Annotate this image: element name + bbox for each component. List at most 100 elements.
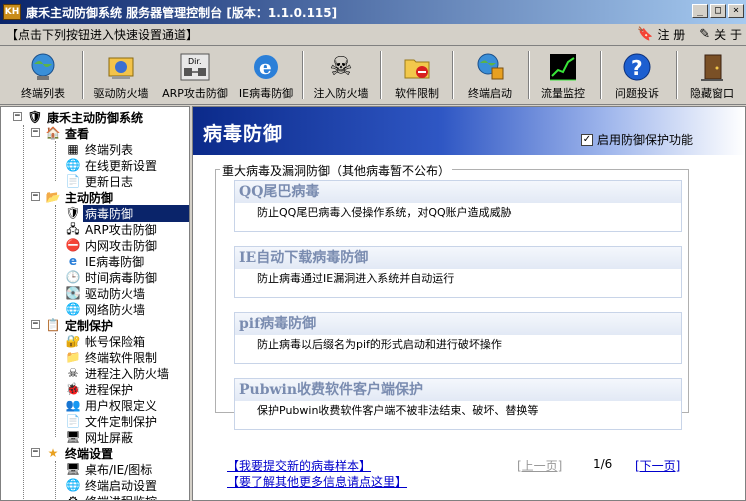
toolbar-label: IE病毒防御 [238,87,294,100]
content-header: 病毒防御 ✓ 启用防御保护功能 [193,107,745,155]
tree-item-network-firewall[interactable]: 🌐 网络防火墙 [65,301,147,317]
enable-protection-toggle[interactable]: ✓ 启用防御保护功能 [580,131,693,148]
tree-item-process-protection[interactable]: 🐞 进程保护 [65,381,135,397]
tree-item-intranet-defense[interactable]: ⛔ 内网攻击防御 [65,237,159,253]
document-shield-icon: 📋 [45,318,61,332]
defense-group: 重大病毒及漏洞防御（其他病毒暂不公布） QQ尾巴病毒 防止QQ尾巴病毒入侵操作系… [215,162,689,430]
tree-item-user-permission[interactable]: 👥 用户权限定义 [65,397,159,413]
tree-item-process-injection-firewall[interactable]: ☠ 进程注入防火墙 [65,365,171,381]
tree-group-active-defense[interactable]: − 📂 主动防御 [31,189,115,205]
page-indicator: 1/6 [593,457,613,471]
tree-item-desktop-ie-icons[interactable]: 🖥 桌布/IE/图标 [65,461,154,477]
tree-group-label: 定制保护 [65,318,114,333]
enable-protection-label: 启用防御保护功能 [596,133,693,147]
question-icon: ? [621,52,653,82]
tree-root[interactable]: − 🛡 康禾主动防御系统 [3,109,145,125]
tree-collapse-toggle[interactable]: − [31,128,40,137]
tree-item-driver-firewall[interactable]: 💽 驱动防火墙 [65,285,147,301]
tree-item-url-block[interactable]: 🖥 网址屏蔽 [65,429,135,445]
tree-item-label: 在线更新设置 [85,158,158,173]
shield-logo-icon: 🛡 [27,110,43,124]
tree-item-account-safe[interactable]: 🔐 帐号保险箱 [65,333,147,349]
enable-protection-checkbox[interactable]: ✓ [580,133,593,146]
next-page-link[interactable]: [下一页] [635,457,680,474]
tree-item-arp-defense[interactable]: 🖧 ARP攻击防御 [65,221,159,237]
card-description: 防止病毒通过IE漏洞进入系统并自动运行 [257,272,455,285]
tree-collapse-toggle[interactable]: − [31,192,40,201]
tree-item-virus-defense[interactable]: 🛡 病毒防御 [65,204,189,222]
traffic-chart-icon [547,52,579,82]
toolbar-terminal-startup-button[interactable]: 终端启动 [456,49,524,101]
desktop-icon: 🖥 [65,462,81,476]
svg-text:e: e [259,55,272,79]
tree-item-time-virus-defense[interactable]: 🕒 时间病毒防御 [65,269,159,285]
toolbar-arp-defense-button[interactable]: Dir. ARP攻击防御 [158,49,232,101]
tree-item-ie-defense[interactable]: e IE病毒防御 [65,253,146,269]
arp-dir-icon: Dir. [179,52,211,82]
toolbar-injection-firewall-button[interactable]: ☠ 注入防火墙 [306,49,376,101]
tree-collapse-toggle[interactable]: − [31,448,40,457]
toolbar-ie-defense-button[interactable]: e IE病毒防御 [234,49,298,101]
toolbar-feedback-button[interactable]: ? 问题投诉 [604,49,670,101]
tree-item-file-protection[interactable]: 📄 文件定制保护 [65,413,159,429]
network-icon: 🖧 [66,222,80,236]
svg-text:Dir.: Dir. [188,57,201,66]
maximize-button[interactable]: □ [710,4,726,18]
tree-item-label: IE病毒防御 [85,254,145,269]
ie-icon: e [68,254,78,268]
tree-item-software-restrict[interactable]: 📁 终端软件限制 [65,349,159,365]
more-info-link[interactable]: 【要了解其他更多信息请点这里】 [227,473,407,490]
submit-sample-link[interactable]: 【我要提交新的病毒样本】 [227,457,371,474]
house-icon: 🏠 [45,126,61,140]
minimize-button[interactable]: _ [692,4,708,18]
defense-card-ie-download[interactable]: IE自动下载病毒防御 防止病毒通过IE漏洞进入系统并自动运行 [234,246,682,298]
tree-item-label: 终端启动设置 [85,478,158,493]
tree-root-label: 康禾主动防御系统 [47,110,144,125]
tree-group-label: 终端设置 [65,446,114,461]
tree-item-label: 文件定制保护 [85,414,158,429]
tree-item-process-monitor[interactable]: ⚙ 终端进程监控 [65,493,159,500]
prev-page-link[interactable]: [上一页] [517,457,562,474]
toolbar-label: 软件限制 [395,87,439,100]
tree-item-label: 时间病毒防御 [85,270,158,285]
close-button[interactable]: × [728,4,744,18]
tree-group-label: 查看 [65,126,90,141]
defense-card-qq-tail[interactable]: QQ尾巴病毒 防止QQ尾巴病毒入侵操作系统，对QQ账户造成威胁 [234,180,682,232]
toolbar-label: 流量监控 [541,87,585,100]
tree-item-online-update[interactable]: 🌐 在线更新设置 [65,157,159,173]
register-button[interactable]: 🔖 注 册 [637,26,685,43]
tree-item-update-log[interactable]: 📄 更新日志 [65,173,135,189]
tree-item-label: 终端软件限制 [85,350,158,365]
defense-card-pubwin[interactable]: Pubwin收费软件客户端保护 保护Pubwin收费软件客户端不被非法结束、破坏… [234,378,682,430]
tree-item-label: ARP攻击防御 [85,222,157,237]
toolbar-hide-window-button[interactable]: 隐藏窗口 [680,49,744,101]
register-icon: 🔖 [637,27,654,42]
card-description: 保护Pubwin收费软件客户端不被非法结束、破坏、替换等 [257,404,539,417]
skull-icon: ☠ [67,366,79,380]
clock-icon: 🕒 [65,270,81,284]
defense-card-pif[interactable]: pif病毒防御 防止病毒以后缀名为pif的形式启动和进行破坏操作 [234,312,682,364]
toolbar-traffic-monitor-button[interactable]: 流量监控 [532,49,594,101]
software-restrict-icon [401,52,433,82]
tree-group-terminal-settings[interactable]: − ★ 终端设置 [31,445,115,461]
tree-item-label: 帐号保险箱 [85,334,146,349]
page-title: 病毒防御 [203,123,284,145]
card-description: 防止QQ尾巴病毒入侵操作系统，对QQ账户造成威胁 [257,206,512,219]
toolbar-label: 终端列表 [21,87,65,100]
tree-collapse-toggle[interactable]: − [13,112,22,121]
toolbar-driver-firewall-button[interactable]: 驱动防火墙 [86,49,156,101]
toolbar-label: 注入防火墙 [313,87,369,100]
title-bar[interactable]: KH 康禾主动防御系统 服务器管理控制台 [版本：1.1.0.115] _ □ … [0,0,746,24]
tree-item-terminal-startup[interactable]: 🌐 终端启动设置 [65,477,159,493]
toolbar-software-restrict-button[interactable]: 软件限制 [384,49,450,101]
skull-icon: ☠ [329,52,353,82]
tree-group-label: 主动防御 [65,190,114,205]
tree-collapse-toggle[interactable]: − [31,320,40,329]
register-label: 注 册 [657,28,686,42]
tree-group-custom-protection[interactable]: − 📋 定制保护 [31,317,115,333]
about-button[interactable]: ✎ 关 于 [699,26,742,43]
toolbar-terminal-list-button[interactable]: 终端列表 [8,49,78,101]
tree-item-label: 内网攻击防御 [85,238,158,253]
tree-group-view[interactable]: − 🏠 查看 [31,125,91,141]
tree-item-terminal-list[interactable]: ▦ 终端列表 [65,141,135,157]
